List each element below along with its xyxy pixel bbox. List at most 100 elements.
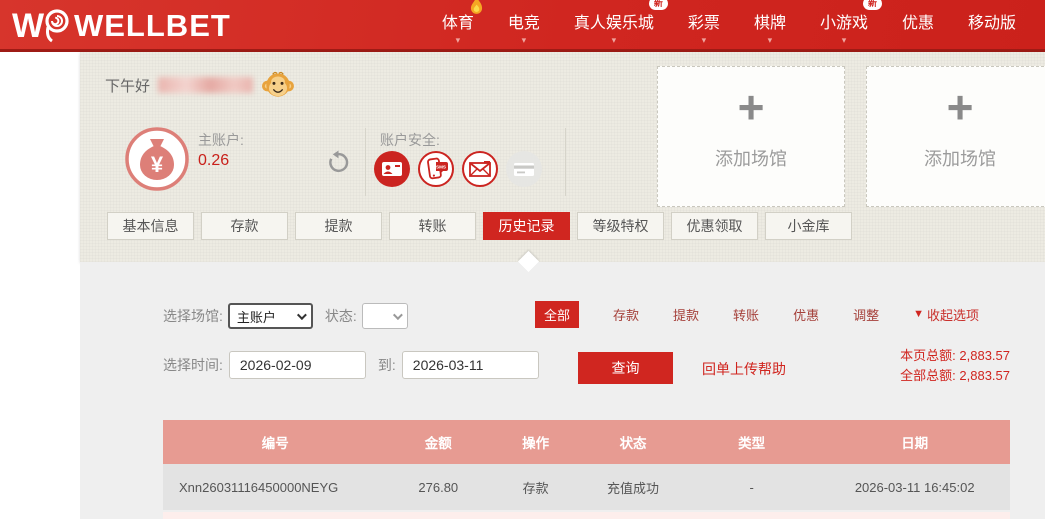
col-header-amount: 金额 xyxy=(387,420,490,464)
date-to-input[interactable] xyxy=(401,351,539,379)
col-header-id: 编号 xyxy=(163,420,388,464)
add-venue-button-2[interactable]: + 添加场馆 xyxy=(866,66,1045,207)
date-from-input[interactable] xyxy=(228,351,366,379)
filter-all[interactable]: 全部 xyxy=(535,300,580,328)
nav-label: 优惠 xyxy=(901,14,934,32)
id-card-icon[interactable] xyxy=(373,150,411,188)
wellbet-logo[interactable]: W WELLBET xyxy=(12,7,231,45)
plus-icon: + xyxy=(946,81,974,133)
tab-transfer[interactable]: 转账 xyxy=(389,212,476,240)
blurred-username xyxy=(158,77,254,93)
wellbet-account-page: W WELLBET 体育 ▾ 电竞 ▾ 新 真人娱乐城 ▾ 彩票 ▾ 棋牌 ▾ … xyxy=(0,0,1045,519)
all-total-label: 全部总额: xyxy=(900,368,956,383)
monkey-avatar-icon xyxy=(262,71,294,97)
status-select[interactable] xyxy=(361,303,408,329)
nav-item-sports[interactable]: 体育 ▾ xyxy=(442,0,482,45)
table-header-row: 编号 金额 操作 状态 类型 日期 xyxy=(163,420,1010,464)
table-row: Xnn26031116450000NEYG 276.80 存款 充值成功 - 2… xyxy=(163,464,1010,510)
chevron-down-icon: ▾ xyxy=(611,34,617,45)
totals-summary: 本页总额: 2,883.57 全部总额: 2,883.57 xyxy=(900,346,1010,386)
nav-label: 电竞 xyxy=(507,14,540,32)
add-venue-label: 添加场馆 xyxy=(924,149,996,169)
greeting-row: 下午好 xyxy=(105,68,295,102)
receipt-upload-help-link[interactable]: 回单上传帮助 xyxy=(702,359,786,379)
nav-label: 棋牌 xyxy=(753,14,786,32)
history-content: 选择场馆: 主账户 状态: 全部 存款 提款 转账 优惠 调整 ▼ 收起选项 选… xyxy=(80,250,1045,519)
chevron-down-icon: ▾ xyxy=(521,34,527,45)
chevron-down-icon: ▾ xyxy=(841,34,847,45)
filter-deposit[interactable]: 存款 xyxy=(613,305,639,324)
chevron-down-icon: ▾ xyxy=(701,34,707,45)
col-header-type: 类型 xyxy=(683,420,820,464)
triangle-down-icon: ▼ xyxy=(913,308,924,320)
all-total-line: 全部总额: 2,883.57 xyxy=(900,366,1010,386)
collapse-options-label: 收起选项 xyxy=(926,307,979,323)
status-select-label: 状态: xyxy=(324,308,357,324)
tab-promo-claim[interactable]: 优惠领取 xyxy=(671,212,758,240)
tab-deposit[interactable]: 存款 xyxy=(201,212,288,240)
cell-status: 充值成功 xyxy=(582,464,684,510)
tab-withdraw[interactable]: 提款 xyxy=(295,212,382,240)
phone-sms-icon[interactable]: SMS xyxy=(417,150,455,188)
cell-id: Xnn26031116450000NEYG xyxy=(163,464,388,510)
page-total-value: 2,883.57 xyxy=(959,348,1010,363)
main-account-label: 主账户: xyxy=(198,132,244,148)
top-nav-bar: W WELLBET 体育 ▾ 电竞 ▾ 新 真人娱乐城 ▾ 彩票 ▾ 棋牌 ▾ … xyxy=(0,0,1045,52)
email-icon[interactable] xyxy=(461,150,499,188)
refresh-icon xyxy=(329,150,349,173)
new-badge: 新 xyxy=(648,0,668,10)
cell-amount: 276.80 xyxy=(387,464,490,510)
to-label: 到: xyxy=(377,357,396,373)
time-select-label: 选择时间: xyxy=(163,357,223,373)
svg-text:SMS: SMS xyxy=(436,165,446,170)
divider xyxy=(565,128,566,196)
refresh-balance-button[interactable] xyxy=(326,150,351,180)
fire-icon xyxy=(470,0,483,19)
nav-item-lottery[interactable]: 彩票 ▾ xyxy=(687,7,720,45)
chevron-down-icon xyxy=(296,309,307,320)
tab-history[interactable]: 历史记录 xyxy=(483,212,570,240)
all-total-value: 2,883.57 xyxy=(959,368,1010,383)
main-nav: 体育 ▾ 电竞 ▾ 新 真人娱乐城 ▾ 彩票 ▾ 棋牌 ▾ 新 小游戏 ▾ 优惠… xyxy=(442,0,1016,49)
nav-label: 真人娱乐城 xyxy=(573,14,654,32)
bank-card-icon[interactable] xyxy=(505,150,543,188)
main-account-balance: 0.26 xyxy=(198,152,230,169)
filter-transfer[interactable]: 转账 xyxy=(733,305,759,324)
query-button[interactable]: 查询 xyxy=(578,352,673,384)
tab-vip-privileges[interactable]: 等级特权 xyxy=(577,212,664,240)
security-icons-row: SMS xyxy=(373,150,543,188)
tab-basic-info[interactable]: 基本信息 xyxy=(107,212,194,240)
cell-date: 2026-03-11 16:45:02 xyxy=(819,464,1010,510)
venue-select-label: 选择场馆: xyxy=(163,308,223,324)
nav-item-card-games[interactable]: 棋牌 ▾ xyxy=(753,7,786,45)
nav-label: 小游戏 xyxy=(819,14,868,32)
plus-icon: + xyxy=(737,81,765,133)
new-badge: 新 xyxy=(862,0,882,10)
nav-item-promotions[interactable]: 优惠 xyxy=(902,7,934,43)
next-table-row-partial xyxy=(163,512,1010,519)
svg-text:¥: ¥ xyxy=(151,152,164,177)
nav-label: 彩票 xyxy=(687,14,720,32)
venue-select[interactable]: 主账户 xyxy=(227,303,313,329)
type-filter-links: 全部 存款 提款 转账 优惠 调整 ▼ 收起选项 xyxy=(535,300,979,328)
page-total-label: 本页总额: xyxy=(900,348,956,363)
chevron-down-icon: ▾ xyxy=(767,34,773,45)
nav-item-mini-games[interactable]: 新 小游戏 ▾ xyxy=(819,0,882,45)
greeting-text: 下午好 xyxy=(105,77,151,95)
history-table: 编号 金额 操作 状态 类型 日期 Xnn26031116450000NEYG … xyxy=(163,420,1010,510)
account-panel: 下午好 ¥ 主账户: 0.26 账户安全: SMS + 添加场馆 + 添加场馆 … xyxy=(80,52,1045,262)
svg-text:W: W xyxy=(12,7,45,45)
nav-item-mobile-version[interactable]: 移动版 xyxy=(968,7,1016,43)
venue-filter-row: 选择场馆: 主账户 状态: xyxy=(163,303,408,329)
cell-operation: 存款 xyxy=(489,464,583,510)
collapse-options-link[interactable]: ▼ 收起选项 xyxy=(913,305,979,324)
filter-adjust[interactable]: 调整 xyxy=(853,305,879,324)
filter-withdraw[interactable]: 提款 xyxy=(673,305,699,324)
nav-item-live-casino[interactable]: 新 真人娱乐城 ▾ xyxy=(573,0,668,45)
tab-vault[interactable]: 小金库 xyxy=(765,212,852,240)
venue-select-value: 主账户 xyxy=(236,309,276,325)
nav-item-esports[interactable]: 电竞 ▾ xyxy=(507,7,540,45)
filter-promo[interactable]: 优惠 xyxy=(793,305,819,324)
cell-type: - xyxy=(683,464,820,510)
add-venue-button-1[interactable]: + 添加场馆 xyxy=(657,66,845,207)
